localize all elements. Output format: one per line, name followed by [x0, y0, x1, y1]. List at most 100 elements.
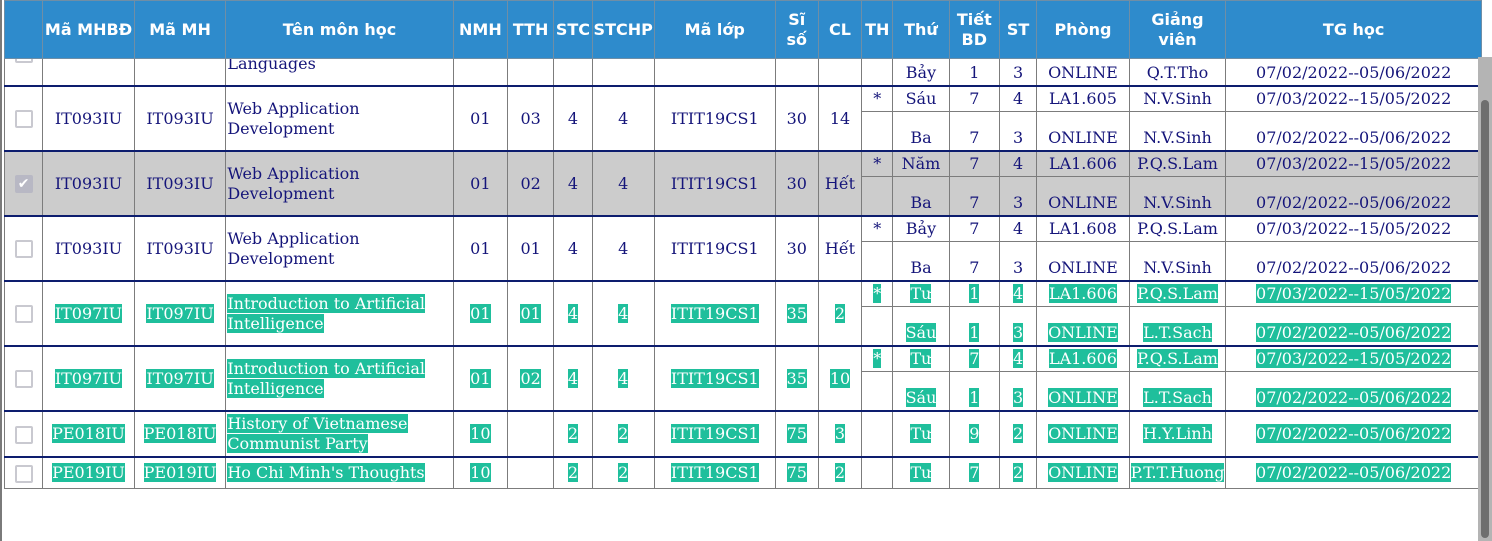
select-cell[interactable] [3, 345, 44, 412]
tiet-bd-cell: 7 [948, 241, 1000, 282]
thu-cell-text: Bảy [905, 63, 937, 82]
table-row[interactable]: IT097IU IT097IU Introduction to Artificial… [3, 345, 1482, 412]
cl-cell: Hết [817, 215, 863, 282]
ma-mhbd-cell: IT093IU [42, 215, 135, 282]
column-header-select [3, 0, 44, 59]
row-checkbox[interactable] [14, 370, 33, 388]
ma-mhbd-cell-text: IT093IU [54, 108, 123, 128]
st-cell: 4 [998, 85, 1038, 112]
thu-cell-text: Ba [910, 258, 932, 277]
select-cell[interactable]: ✔ [3, 150, 44, 217]
nmh-cell: 01 [452, 345, 509, 412]
giang-vien-cell: H.Y.Linh [1128, 410, 1227, 458]
si-so-cell-text: 30 [786, 173, 807, 193]
table-row[interactable]: PE019IU PE019IU Ho Chi Minh's Thoughts 10 2 2… [3, 456, 1482, 489]
cl-cell-text: 10 [829, 368, 851, 388]
nmh-cell-text: 10 [470, 424, 491, 443]
row-checkbox[interactable] [14, 425, 33, 444]
tiet-bd-cell-text: 7 [969, 349, 980, 368]
row-checkbox[interactable] [14, 305, 33, 323]
column-header-giang-vien: Giảng viên [1128, 0, 1227, 59]
thu-cell: Sáu [892, 371, 950, 412]
ma-mhbd-cell: PE018IU [42, 410, 135, 458]
table-row[interactable]: PE018IU PE018IU History of Vietnamese Comm… [3, 410, 1482, 458]
si-so-cell: 30 [774, 150, 819, 217]
ma-mh-cell: IT097IU [133, 345, 227, 412]
stchp-cell-text: 4 [618, 108, 629, 128]
select-cell[interactable] [3, 410, 44, 458]
ma-mhbd-cell-text: IT097IU [54, 368, 123, 388]
stc-cell-text: 4 [567, 108, 578, 128]
row-checkbox[interactable] [14, 464, 33, 483]
si-so-cell: 75 [774, 456, 819, 489]
thu-cell: Tư [892, 280, 950, 307]
th-cell: * [861, 280, 894, 307]
scrollbar-thumb[interactable] [1481, 100, 1489, 538]
select-cell[interactable] [3, 280, 44, 347]
stchp-cell-text: 2 [618, 463, 629, 482]
st-cell-text: 2 [1012, 463, 1024, 482]
thu-cell-text: Tư [910, 349, 932, 368]
thu-cell: Sáu [892, 306, 950, 347]
phong-cell: ONLINE [1036, 241, 1130, 282]
column-header-tiet-bd: Tiết BD [948, 0, 1000, 59]
stc-cell: 4 [553, 215, 593, 282]
tth-cell: 02 [507, 345, 555, 412]
table-row[interactable]: IT093IU IT093IU Web Application Developmen… [3, 215, 1482, 282]
ma-mhbd-cell: IT097IU [42, 345, 135, 412]
tiet-bd-cell: 7 [948, 176, 1000, 217]
ma-lop-cell: ITIT19CS1 [653, 280, 776, 347]
row-checkbox[interactable]: ✔ [14, 175, 33, 193]
thu-cell: Ba [892, 111, 950, 152]
th-cell: * [861, 85, 894, 112]
tiet-bd-cell-text: 7 [969, 128, 980, 147]
column-header-stchp: STCHP [591, 0, 655, 59]
tg-hoc-cell-text: 07/02/2022--05/06/2022 [1256, 388, 1452, 407]
vertical-scrollbar[interactable] [1478, 57, 1492, 541]
tiet-bd-cell-text: 7 [969, 258, 980, 277]
select-cell[interactable] [3, 85, 44, 152]
tg-hoc-cell-text: 07/03/2022--15/05/2022 [1256, 349, 1452, 368]
row-checkbox[interactable] [14, 240, 33, 258]
phong-cell-text: LA1.608 [1048, 219, 1117, 238]
tth-cell [507, 456, 555, 489]
thu-cell-text: Sáu [905, 323, 937, 342]
select-cell[interactable] [3, 456, 44, 489]
stc-cell-text: 2 [567, 463, 578, 482]
ma-lop-cell: ITIT19CS1 [653, 215, 776, 282]
nmh-cell-text: 01 [470, 303, 491, 323]
ma-lop-cell: ITIT19CS1 [653, 150, 776, 217]
tth-cell [507, 410, 555, 458]
stc-cell-text: 2 [567, 424, 578, 443]
cl-cell: Hết [817, 150, 863, 217]
tg-hoc-cell: 07/03/2022--15/05/2022 [1225, 280, 1482, 307]
column-header-cl: CL [817, 0, 863, 59]
phong-cell-text: ONLINE [1048, 323, 1118, 342]
ma-mh-cell: PE019IU [133, 456, 227, 489]
stc-cell: 4 [553, 280, 593, 347]
cl-cell: 2 [817, 280, 863, 347]
nmh-cell-text: 01 [470, 173, 491, 193]
st-cell-text: 3 [1012, 323, 1024, 342]
tth-cell-text: 02 [520, 173, 541, 193]
phong-cell: ONLINE [1036, 371, 1130, 412]
ma-mhbd-cell-text: IT097IU [54, 303, 123, 323]
ma-mhbd-cell-text: IT093IU [54, 173, 123, 193]
course-name-cell-text: Introduction to Artificial Intelligence [227, 293, 426, 333]
table-row[interactable]: IT097IU IT097IU Introduction to Artificial… [3, 280, 1482, 347]
table-row[interactable]: ✔ IT093IU IT093IU Web Application Developme… [3, 150, 1482, 217]
ma-mh-cell-text: IT093IU [146, 173, 214, 193]
th-cell [861, 111, 894, 152]
select-cell[interactable] [3, 215, 44, 282]
giang-vien-cell-text: N.V.Sinh [1143, 258, 1212, 277]
table-row[interactable]: IT093IU IT093IU Web Application Developmen… [3, 85, 1482, 152]
row-checkbox[interactable] [14, 110, 33, 128]
thu-cell: Bảy [892, 215, 950, 242]
si-so-cell: 30 [774, 85, 819, 152]
course-name-cell-text: Web Application Development [227, 228, 360, 268]
checkmark-icon: ✔ [17, 176, 30, 192]
ma-mhbd-cell: PE019IU [42, 456, 135, 489]
tg-hoc-cell-text: 07/02/2022--05/06/2022 [1256, 63, 1452, 82]
si-so-cell: 30 [774, 215, 819, 282]
tg-hoc-cell-text: 07/02/2022--05/06/2022 [1256, 463, 1452, 482]
